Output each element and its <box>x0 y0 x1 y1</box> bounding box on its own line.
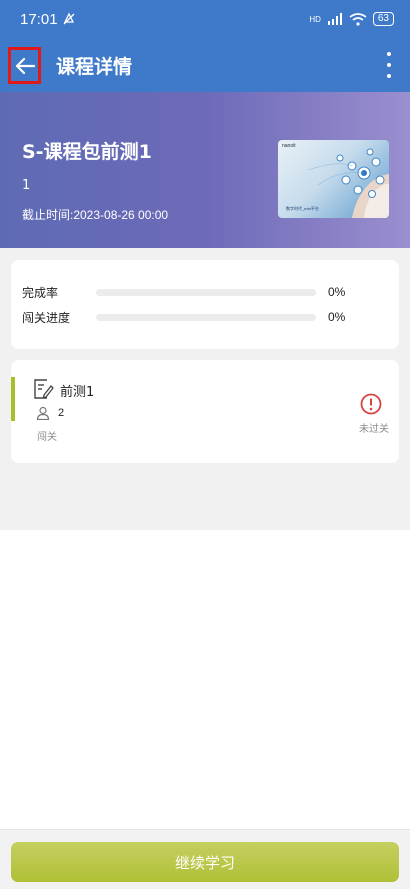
completion-value: 0% <box>328 285 346 299</box>
progress-card: 完成率 0% 闯关进度 0% <box>11 260 399 349</box>
status-icons: HD 63 <box>309 12 394 26</box>
lesson-accent-bar <box>11 377 15 421</box>
signal-icon <box>327 13 342 25</box>
course-deadline: 截止时间:2023-08-26 00:00 <box>22 208 169 222</box>
network-label: HD <box>309 14 321 24</box>
course-count: 1 <box>22 178 31 193</box>
mute-notification-icon <box>63 12 75 25</box>
course-title: S-课程包前测1 <box>22 141 152 163</box>
completion-row: 完成率 0% <box>22 282 382 302</box>
thumbnail-caption: 数字时代_edu平台 <box>286 206 319 211</box>
app-bar: 课程详情 <box>0 38 410 92</box>
level-progress-value: 0% <box>328 310 346 324</box>
wifi-icon <box>349 12 367 26</box>
more-menu-button[interactable] <box>384 52 394 78</box>
bottom-action-bar: 继续学习 <box>0 829 410 889</box>
course-thumbnail: nanoit 数字时代_edu平台 <box>278 140 389 218</box>
back-button[interactable] <box>8 47 41 84</box>
battery-indicator: 63 <box>372 12 394 26</box>
level-progress-label: 闯关进度 <box>22 310 71 325</box>
status-time: 17:01 <box>20 11 76 28</box>
lesson-name: 前测1 <box>60 385 95 400</box>
participant-count: 2 <box>58 407 65 419</box>
edit-document-icon <box>34 379 54 399</box>
completion-progress-bar <box>96 288 316 296</box>
lesson-status: 未过关 <box>359 424 389 435</box>
lesson-type: 闯关 <box>37 432 57 443</box>
completion-label: 完成率 <box>22 285 59 300</box>
lesson-item[interactable]: 前测1 2 闯关 未过关 <box>11 360 399 463</box>
level-progress-bar <box>96 313 316 321</box>
more-vertical-icon <box>387 52 391 56</box>
level-progress-row: 闯关进度 0% <box>22 307 382 327</box>
continue-learning-button[interactable]: 继续学习 <box>11 842 399 882</box>
course-header: S-课程包前测1 1 截止时间:2023-08-26 00:00 nanoit <box>0 92 410 248</box>
page-title: 课程详情 <box>56 56 133 78</box>
status-bar: 17:01 HD 63 <box>0 0 410 38</box>
arrow-left-icon <box>15 57 35 74</box>
time-label: 17:01 <box>20 10 58 28</box>
person-icon <box>36 406 50 420</box>
alert-circle-icon <box>360 393 382 415</box>
